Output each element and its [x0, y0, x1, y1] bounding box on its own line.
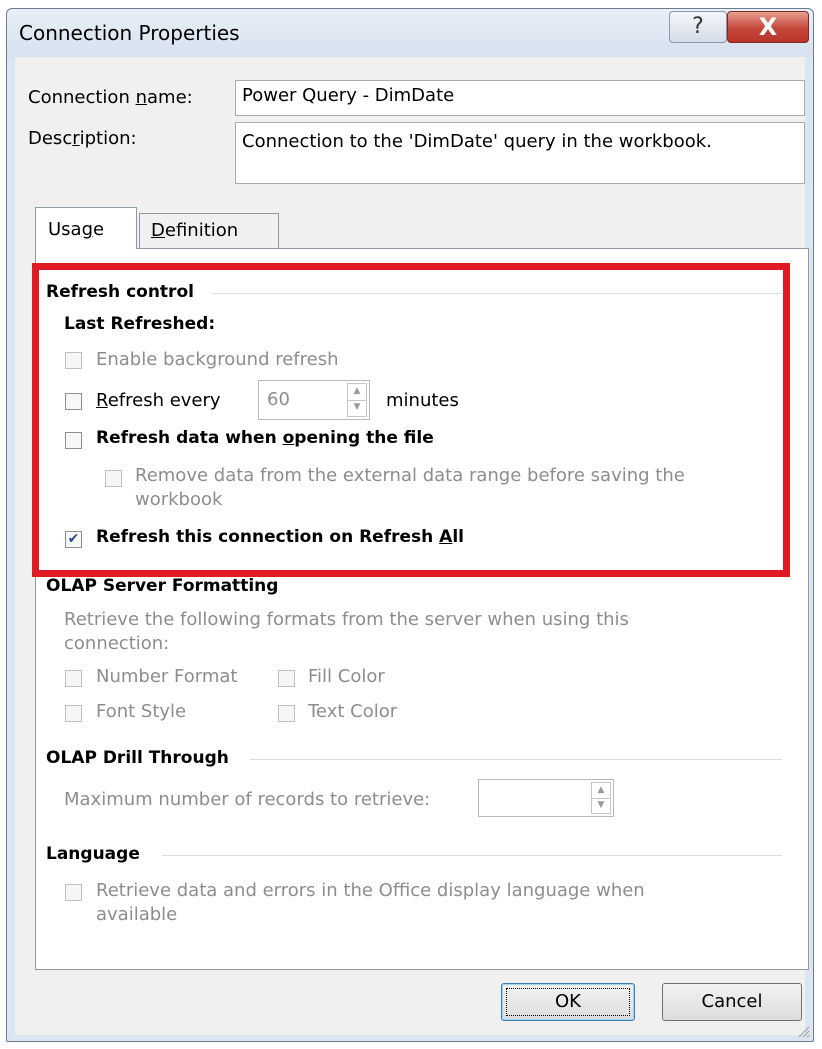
enable-background-refresh-checkbox[interactable] — [65, 352, 82, 369]
olap-formatting-heading: OLAP Server Formatting — [46, 576, 279, 596]
description-field[interactable]: Connection to the 'DimDate' query in the… — [235, 122, 805, 184]
focus-rectangle — [506, 988, 630, 1016]
dialog-title: Connection Properties — [19, 21, 240, 45]
last-refreshed-label: Last Refreshed: — [64, 314, 216, 334]
section-divider — [162, 855, 782, 856]
spinner-up-icon[interactable]: ▲ — [592, 783, 610, 799]
connection-name-field[interactable]: Power Query - DimDate — [235, 80, 805, 116]
close-button[interactable]: X — [727, 11, 809, 43]
refresh-every-checkbox[interactable] — [65, 393, 82, 410]
refresh-on-open-checkbox[interactable] — [65, 432, 82, 449]
ok-button[interactable]: OK — [501, 983, 635, 1021]
dialog-body: Connection name: Power Query - DimDate D… — [15, 57, 809, 1035]
connection-properties-dialog: Connection Properties ? X Connection nam… — [6, 8, 814, 1042]
olap-formatting-desc-line2: connection: — [64, 633, 170, 654]
section-divider — [212, 293, 782, 294]
office-language-label-line2: available — [96, 904, 178, 925]
spinner-up-icon[interactable]: ▲ — [348, 384, 366, 401]
office-language-checkbox[interactable] — [65, 884, 82, 901]
spinner-down-icon[interactable]: ▼ — [592, 798, 610, 813]
refresh-every-label: Refresh every — [96, 390, 221, 411]
remove-data-label-line2: workbook — [135, 489, 223, 510]
font-style-checkbox[interactable] — [65, 705, 82, 722]
office-language-label-line1: Retrieve data and errors in the Office d… — [96, 880, 645, 901]
number-format-checkbox[interactable] — [65, 670, 82, 687]
font-style-label: Font Style — [96, 701, 187, 722]
refresh-all-checkbox[interactable]: ✔ — [65, 531, 82, 548]
olap-drill-heading: OLAP Drill Through — [46, 748, 229, 768]
checkmark-icon: ✔ — [67, 531, 80, 547]
cancel-button[interactable]: Cancel — [662, 983, 802, 1021]
remove-data-checkbox[interactable] — [105, 470, 122, 487]
enable-background-refresh-label: Enable background refresh — [96, 349, 339, 370]
fill-color-checkbox[interactable] — [278, 670, 295, 687]
max-records-spinner[interactable]: ▲ ▼ — [478, 779, 614, 817]
refresh-interval-spinner[interactable]: 60 ▲ ▼ — [258, 380, 370, 420]
refresh-control-heading: Refresh control — [46, 282, 194, 302]
help-button[interactable]: ? — [669, 11, 727, 43]
text-color-checkbox[interactable] — [278, 705, 295, 722]
description-label: Description: — [28, 128, 137, 149]
max-records-label: Maximum number of records to retrieve: — [64, 789, 431, 810]
number-format-label: Number Format — [96, 666, 238, 687]
connection-name-label: Connection name: — [28, 87, 193, 108]
text-color-label: Text Color — [308, 701, 398, 722]
tab-usage[interactable]: Usage — [35, 207, 137, 249]
olap-formatting-desc-line1: Retrieve the following formats from the … — [64, 609, 629, 630]
spinner-arrows: ▲ ▼ — [591, 782, 611, 814]
resize-grip-icon[interactable] — [796, 1024, 810, 1038]
refresh-interval-value: 60 — [267, 389, 290, 410]
language-heading: Language — [46, 844, 140, 864]
cancel-button-label: Cancel — [701, 991, 763, 1012]
minutes-label: minutes — [386, 390, 459, 411]
fill-color-label: Fill Color — [308, 666, 385, 687]
section-divider — [250, 759, 782, 760]
usage-panel: Refresh control Last Refreshed: Enable b… — [35, 248, 809, 970]
tab-definition[interactable]: Definition — [139, 213, 279, 249]
spinner-arrows: ▲ ▼ — [347, 383, 367, 417]
refresh-on-open-label: Refresh data when opening the file — [96, 428, 434, 448]
refresh-all-label: Refresh this connection on Refresh All — [96, 527, 464, 547]
remove-data-label-line1: Remove data from the external data range… — [135, 465, 685, 486]
title-bar: Connection Properties ? X — [7, 9, 813, 57]
spinner-down-icon[interactable]: ▼ — [348, 400, 366, 416]
